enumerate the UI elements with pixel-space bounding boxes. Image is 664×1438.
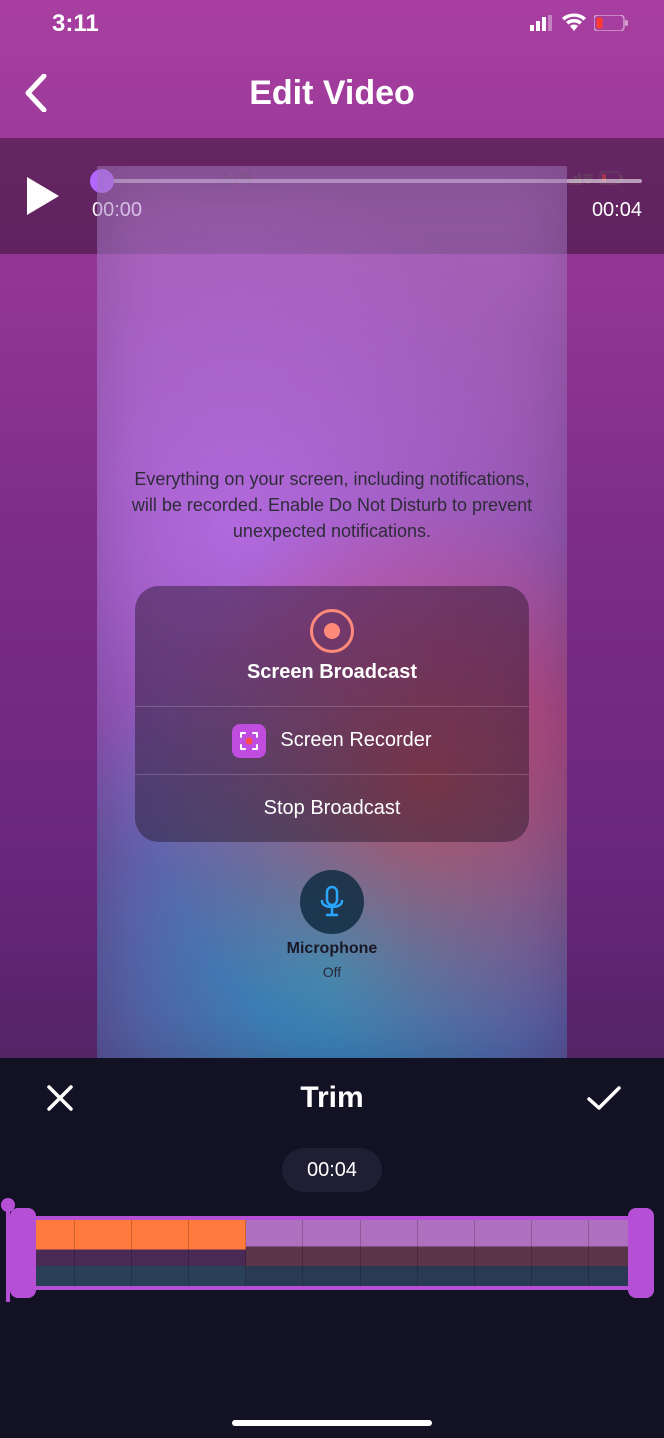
chevron-left-icon <box>24 74 48 112</box>
cellular-icon <box>530 10 554 38</box>
back-button[interactable] <box>16 73 56 113</box>
filmstrip[interactable] <box>14 1208 650 1298</box>
time-end: 00:04 <box>592 199 642 222</box>
trim-duration: 00:04 <box>282 1148 382 1192</box>
microphone-icon <box>300 870 364 934</box>
status-bar: 3:11 <box>0 0 664 48</box>
trim-handle-left[interactable] <box>10 1208 36 1298</box>
preview-broadcast-header: Screen Broadcast <box>135 586 529 706</box>
status-time: 3:11 <box>52 10 99 38</box>
confirm-button[interactable] <box>584 1078 624 1118</box>
trim-handle-right[interactable] <box>628 1208 654 1298</box>
filmstrip-thumb <box>475 1220 532 1286</box>
filmstrip-track <box>14 1216 650 1290</box>
preview-broadcast-sheet: Screen Broadcast Screen Recorder Stop Br… <box>135 586 529 842</box>
filmstrip-thumb <box>189 1220 246 1286</box>
video-preview: Everything on your screen, including not… <box>97 166 567 1072</box>
trim-panel: Trim 00:04 <box>0 1058 664 1438</box>
screen-recorder-app-icon <box>232 724 266 758</box>
preview-app-label: Screen Recorder <box>280 729 431 752</box>
play-icon <box>25 175 61 217</box>
play-button[interactable] <box>18 171 68 221</box>
filmstrip-thumb <box>303 1220 360 1286</box>
page-title: Edit Video <box>0 74 664 113</box>
preview-mic-title: Microphone <box>287 940 378 958</box>
trim-duration-value: 00:04 <box>307 1159 357 1182</box>
cancel-button[interactable] <box>40 1078 80 1118</box>
preview-stop-row: Stop Broadcast <box>135 774 529 842</box>
preview-broadcast-label: Screen Broadcast <box>247 661 417 684</box>
preview-microphone: Microphone Off <box>97 870 567 980</box>
filmstrip-thumb <box>361 1220 418 1286</box>
preview-message: Everything on your screen, including not… <box>97 466 567 544</box>
filmstrip-thumb <box>132 1220 189 1286</box>
trim-title: Trim <box>300 1081 363 1115</box>
wifi-icon <box>562 10 586 38</box>
home-indicator[interactable] <box>232 1420 432 1426</box>
status-right <box>530 10 628 38</box>
filmstrip-thumb <box>75 1220 132 1286</box>
preview-mic-state: Off <box>323 964 341 980</box>
filmstrip-thumb <box>418 1220 475 1286</box>
check-icon <box>586 1084 622 1112</box>
filmstrip-thumb <box>246 1220 303 1286</box>
record-icon <box>310 609 354 653</box>
nav-bar: Edit Video <box>0 48 664 138</box>
close-icon <box>45 1083 75 1113</box>
trim-header: Trim <box>0 1058 664 1138</box>
filmstrip-thumb <box>532 1220 589 1286</box>
preview-stop-label: Stop Broadcast <box>264 797 401 820</box>
preview-app-row: Screen Recorder <box>135 706 529 774</box>
battery-icon <box>594 10 628 38</box>
